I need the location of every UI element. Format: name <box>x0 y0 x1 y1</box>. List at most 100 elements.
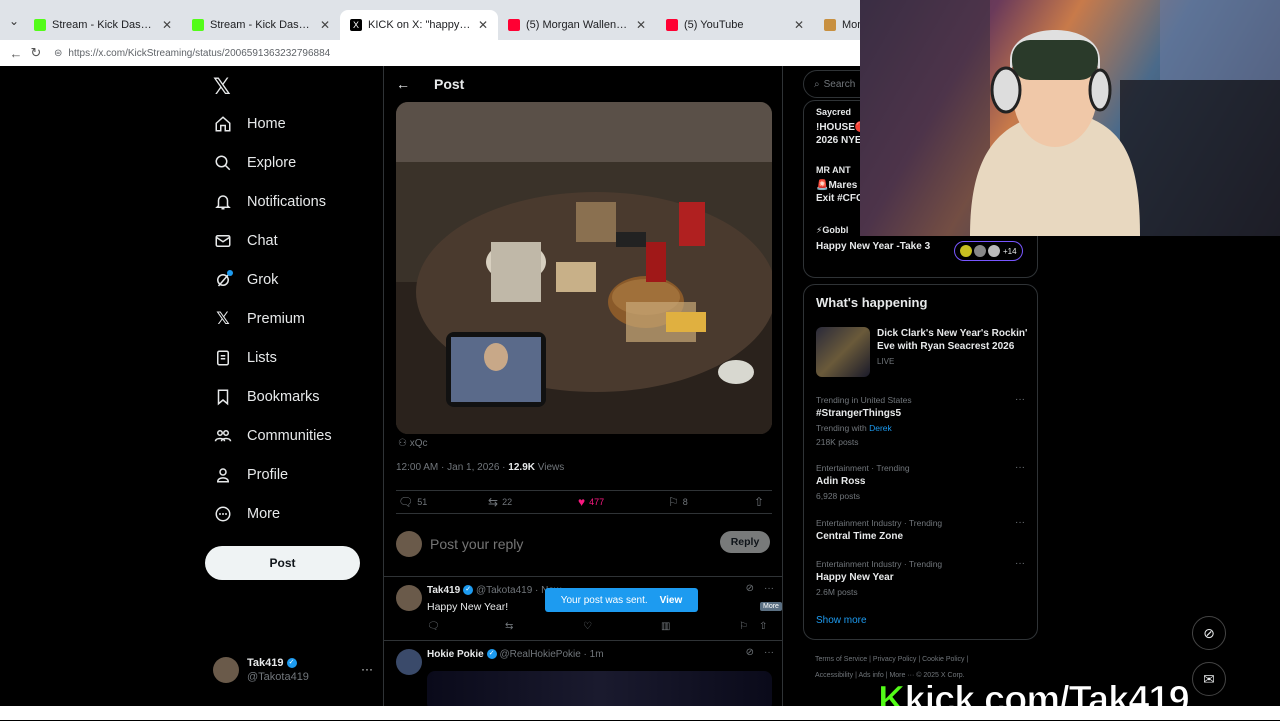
nav-label: Communities <box>247 428 332 444</box>
x-logo-icon[interactable]: 𝕏 <box>213 74 231 100</box>
featured-event[interactable]: Dick Clark's New Year's Rockin' Eve with… <box>816 327 1031 377</box>
trend-posts: 6,928 posts <box>816 491 860 501</box>
trend-item[interactable]: Entertainment Industry · Trending Centra… <box>816 516 1031 544</box>
browser-tab-4[interactable]: (5) Morgan Wallen - I'm The Probl ✕ <box>498 10 656 40</box>
event-thumbnail <box>816 327 870 377</box>
media-credit[interactable]: ⚇ xQc <box>398 438 428 449</box>
nav-item-grok[interactable]: Grok <box>213 270 278 290</box>
verified-badge-icon: ✓ <box>486 649 497 660</box>
ellipsis-icon[interactable]: ··· <box>764 583 774 594</box>
ellipsis-icon[interactable]: ··· <box>1015 461 1025 475</box>
ellipsis-icon[interactable]: ··· <box>361 662 373 676</box>
share-icon: ⇧ <box>754 495 765 509</box>
nav-item-more[interactable]: More <box>213 504 280 524</box>
back-arrow-icon[interactable]: ← <box>6 46 26 61</box>
page-title: Post <box>434 76 465 92</box>
url-field[interactable]: ⊜ https://x.com/KickStreaming/status/2006… <box>54 48 330 59</box>
close-tab-icon[interactable]: ✕ <box>636 18 646 32</box>
account-names: Tak419 ✓ @Takota419 <box>247 656 309 684</box>
bookmark-action[interactable]: ⚐ 8 <box>668 495 688 509</box>
nav-item-chat[interactable]: Chat <box>213 231 278 251</box>
credit-name: xQc <box>409 438 428 449</box>
author-handle[interactable]: @RealHokiePokie · 1m <box>499 649 603 660</box>
site-info-icon[interactable]: ⊜ <box>54 48 62 59</box>
back-arrow-icon[interactable]: ← <box>396 76 410 92</box>
more-circle-icon <box>213 504 233 524</box>
person-icon <box>213 465 233 485</box>
messages-fab-icon[interactable]: ✉ <box>1192 662 1226 696</box>
nav-item-profile[interactable]: Profile <box>213 465 288 485</box>
reply-tweet[interactable]: Hokie Pokie ✓ @RealHokiePokie · 1m ⊘ ··· <box>384 641 782 706</box>
nav-item-bookmarks[interactable]: Bookmarks <box>213 387 320 407</box>
nav-item-lists[interactable]: Lists <box>213 348 277 368</box>
ellipsis-icon[interactable]: ··· <box>1015 557 1025 571</box>
grok-icon[interactable]: ⊘ <box>746 647 754 658</box>
close-tab-icon[interactable]: ✕ <box>162 18 172 32</box>
nav-item-home[interactable]: Home <box>213 114 286 134</box>
toast-view-link[interactable]: View <box>660 595 683 606</box>
trend-item[interactable]: Entertainment · Trending Adin Ross 6,928… <box>816 461 1031 503</box>
show-more-link[interactable]: Show more <box>816 615 867 626</box>
post-button[interactable]: Post <box>205 546 360 580</box>
like-action[interactable]: ♥ 477 <box>578 495 604 509</box>
live-label: LIVE <box>877 357 895 366</box>
reply-input[interactable] <box>430 533 710 555</box>
tweet-header: Tak419 ✓ @Takota419 · Now <box>427 585 561 596</box>
post-timestamp[interactable]: 12:00 AM · Jan 1, 2026 · <box>396 462 508 473</box>
avatar[interactable] <box>396 649 422 675</box>
trend-item[interactable]: Entertainment Industry · Trending Happy … <box>816 557 1031 599</box>
ellipsis-icon[interactable]: ··· <box>764 647 774 658</box>
search-icon <box>213 153 233 173</box>
ellipsis-icon[interactable]: ··· <box>1015 393 1025 407</box>
footer-line[interactable]: Terms of Service | Privacy Policy | Cook… <box>815 652 1030 668</box>
close-tab-icon[interactable]: ✕ <box>320 18 330 32</box>
nav-item-explore[interactable]: Explore <box>213 153 296 173</box>
avatar <box>213 657 239 683</box>
post-image[interactable] <box>396 102 772 434</box>
avatar[interactable] <box>396 585 422 611</box>
comment-icon[interactable]: 🗨︎ <box>427 621 440 632</box>
browser-tab-1[interactable]: Stream - Kick Dashboard ✕ <box>24 10 182 40</box>
reply-button[interactable]: Reply <box>720 531 770 553</box>
repost-action[interactable]: ⇆ 22 <box>488 495 512 509</box>
heart-icon[interactable]: ♡ <box>583 621 592 632</box>
nav-item-notifications[interactable]: Notifications <box>213 192 326 212</box>
nav-label: Lists <box>247 350 277 366</box>
browser-tab-3-active[interactable]: X KICK on X: "happy new year https: ✕ <box>340 10 498 40</box>
like-count: 477 <box>589 497 605 507</box>
space-host: MR ANT <box>816 165 851 175</box>
author-name[interactable]: Hokie Pokie <box>427 649 484 660</box>
analytics-icon[interactable]: ▥ <box>661 621 670 632</box>
trend-item[interactable]: Trending in United States #StrangerThing… <box>816 393 1031 449</box>
grok-fab-icon[interactable]: ⊘ <box>1192 616 1226 650</box>
nav-item-communities[interactable]: Communities <box>213 426 332 446</box>
space-item[interactable]: MR ANT 🚨Mares Exit #CFC <box>816 165 863 205</box>
fireworks-image[interactable] <box>427 671 772 706</box>
browser-tab-2[interactable]: Stream - Kick Dashboard ✕ <box>182 10 340 40</box>
account-switcher[interactable]: Tak419 ✓ @Takota419 ··· <box>213 656 373 684</box>
repost-icon[interactable]: ⇆ <box>505 621 513 632</box>
reply-composer: Reply <box>384 521 782 577</box>
trend-with-link[interactable]: Derek <box>869 423 892 433</box>
ellipsis-icon[interactable]: ··· <box>1015 516 1025 530</box>
close-tab-icon[interactable]: ✕ <box>794 18 804 32</box>
post-sent-toast: Your post was sent. View <box>545 588 698 612</box>
trend-posts: 2.6M posts <box>816 587 858 597</box>
close-tab-icon[interactable]: ✕ <box>478 18 488 32</box>
grok-icon[interactable]: ⊘ <box>746 583 754 594</box>
space-title-2: Exit #CFC <box>816 193 864 204</box>
left-sidebar: 𝕏 Home Explore Notifications Chat Grok 𝕏… <box>203 66 383 706</box>
reload-icon[interactable]: ↻ <box>26 45 46 61</box>
share-icon[interactable]: ⇧ <box>759 621 767 632</box>
share-action[interactable]: ⇧ <box>754 495 768 509</box>
nav-item-premium[interactable]: 𝕏 Premium <box>213 309 305 329</box>
author-name[interactable]: Tak419 <box>427 585 460 596</box>
reply-action[interactable]: 🗨︎ 51 <box>398 495 427 509</box>
bookmark-icon[interactable]: ⚐ <box>739 621 748 632</box>
tweet-top-icons: ⊘ ··· <box>746 583 774 594</box>
monkey-favicon-icon <box>824 19 836 31</box>
browser-tab-5[interactable]: (5) YouTube ✕ <box>656 10 814 40</box>
listeners-badge[interactable]: +14 <box>954 241 1023 261</box>
tab-search-chevron-icon[interactable]: ⌄ <box>4 8 24 34</box>
list-icon <box>213 348 233 368</box>
